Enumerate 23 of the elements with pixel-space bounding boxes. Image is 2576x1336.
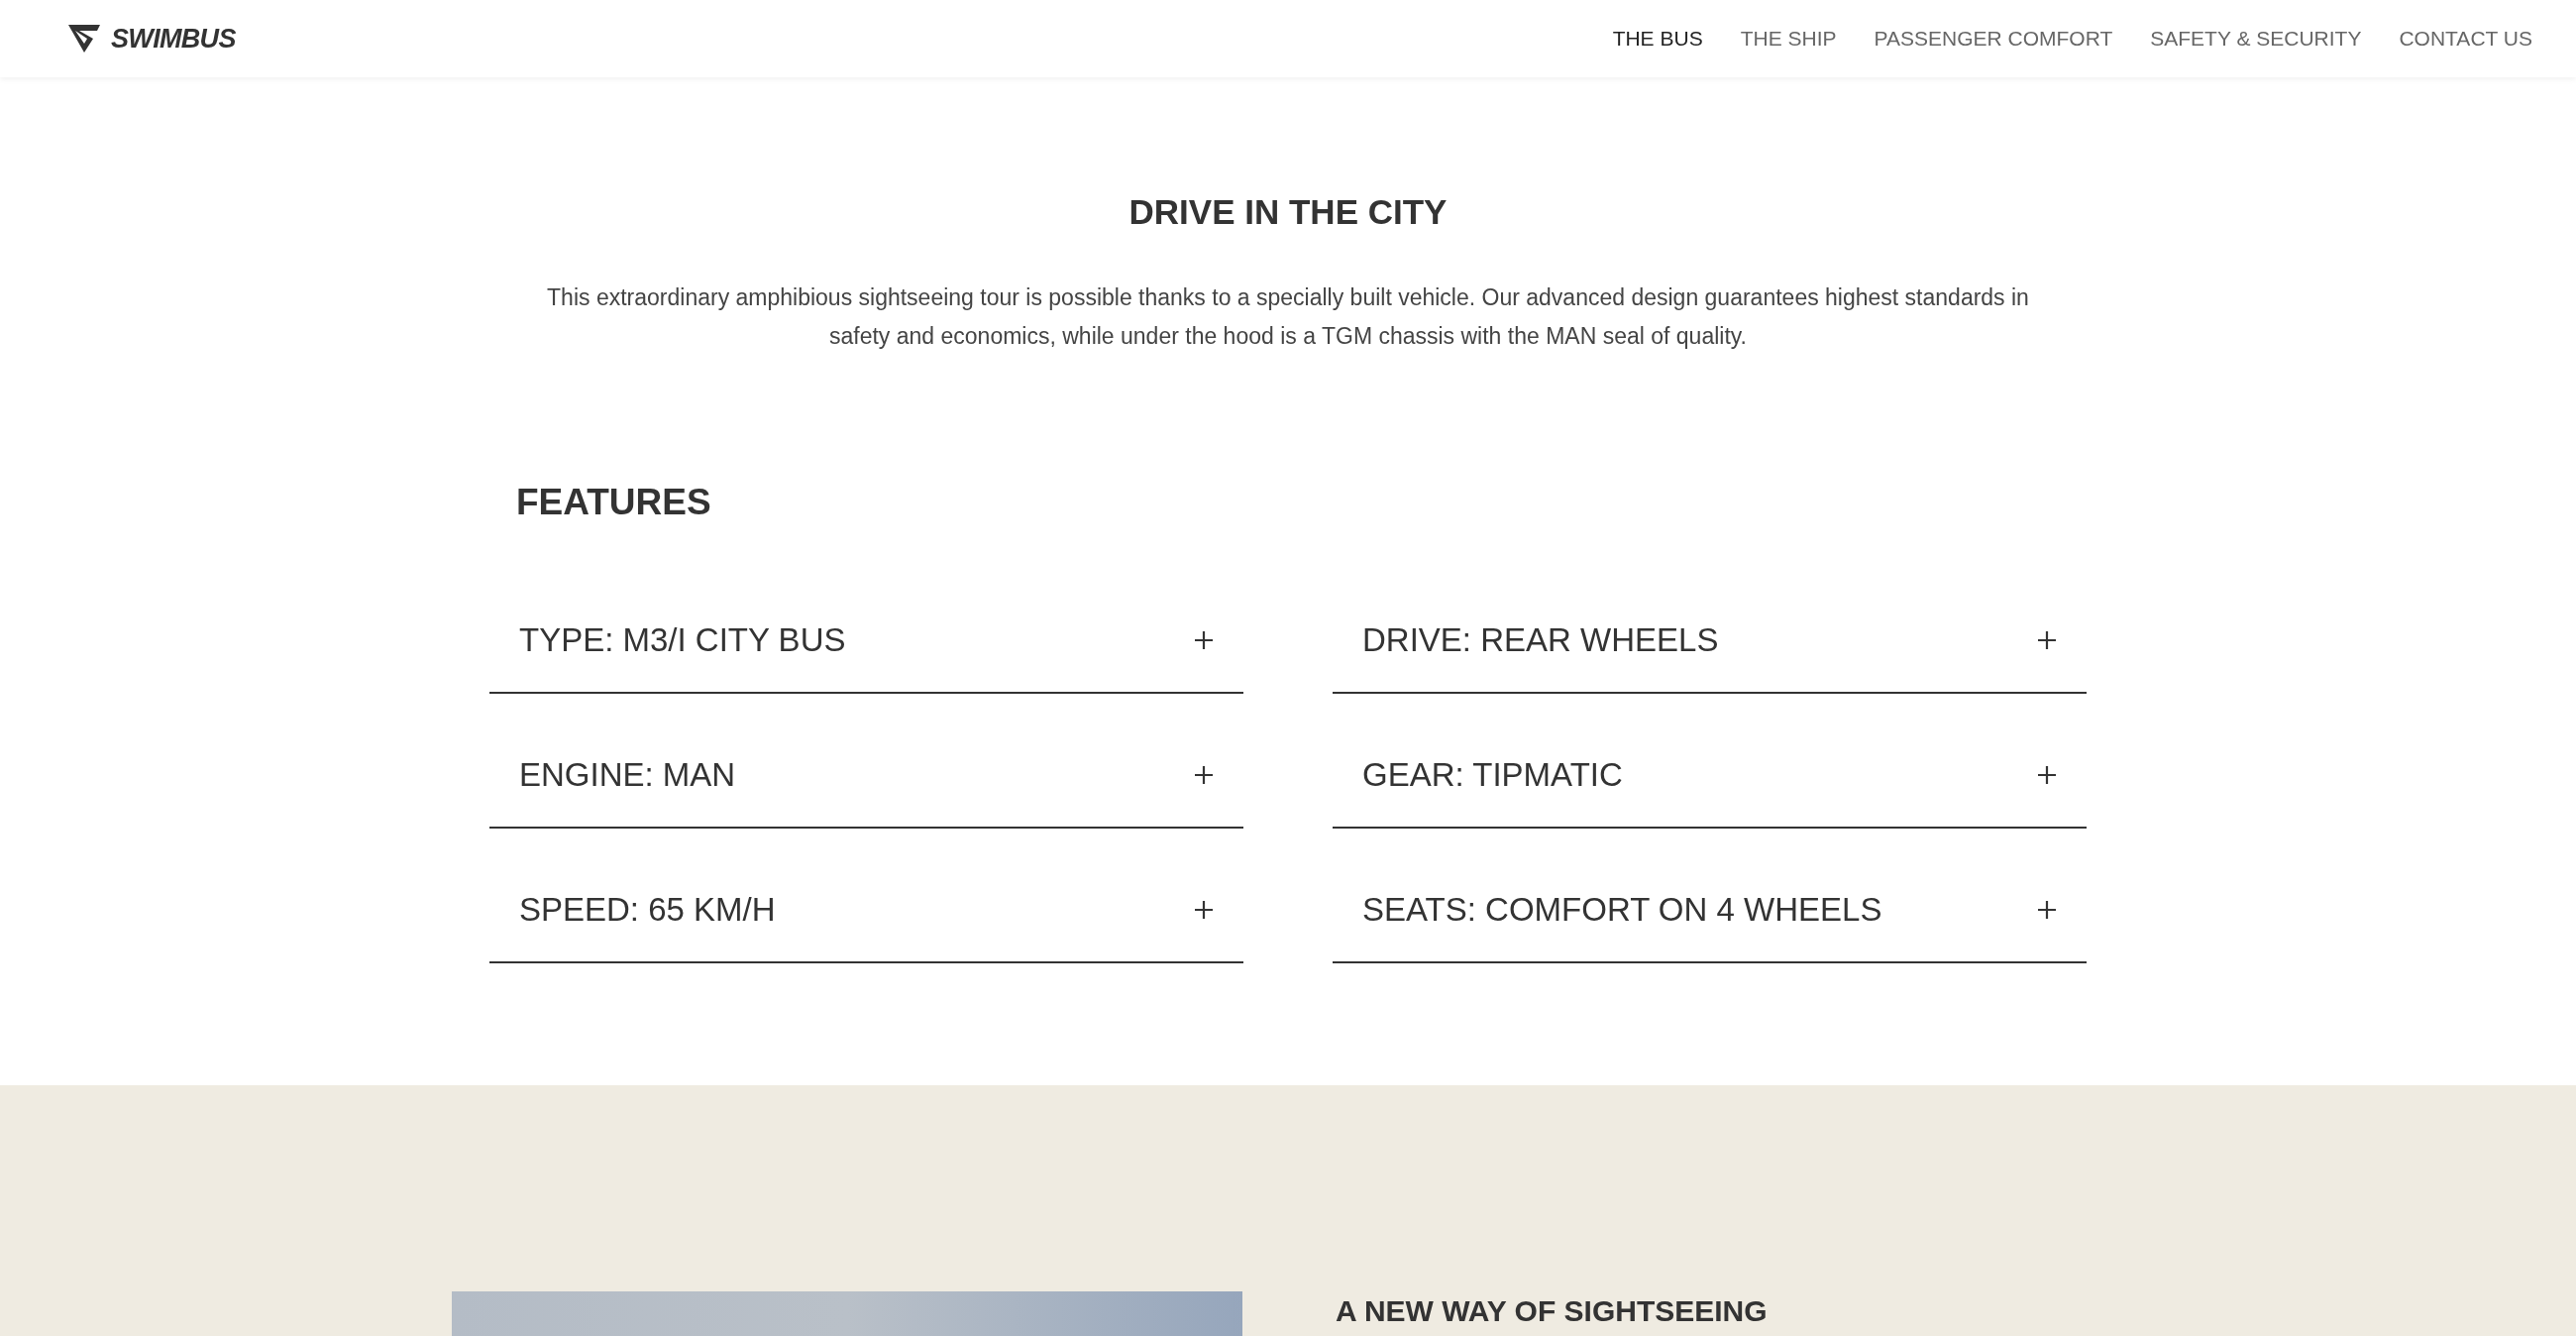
nav-link[interactable]: THE BUS	[1612, 23, 1703, 55]
logo[interactable]: SWIMBUS	[111, 18, 236, 59]
nav-link[interactable]: CONTACT US	[2399, 23, 2532, 55]
plus-icon	[2037, 900, 2057, 920]
plus-icon	[2037, 765, 2057, 785]
accordion-item[interactable]: TYPE: M3/I CITY BUS	[489, 559, 1243, 694]
nav-link[interactable]: THE SHIP	[1740, 23, 1837, 55]
accordion-item[interactable]: DRIVE: REAR WHEELS	[1333, 559, 2087, 694]
plus-icon	[1194, 630, 1214, 650]
plus-icon	[1194, 765, 1214, 785]
accordion-item[interactable]: GEAR: TIPMATIC	[1333, 694, 2087, 829]
features-title: FEATURES	[516, 480, 712, 524]
accordion-item[interactable]: ENGINE: MAN	[489, 694, 1243, 829]
plus-icon	[1194, 900, 1214, 920]
intro-paragraph: This extraordinary amphibious sightseeing tour is possible thanks to a specially built vehicle. Our advanced design guarantees highest standards in safety and economics, while under the hood is a TGM chassis with the MAN seal of quality.	[546, 282, 2030, 351]
accordion-item[interactable]: SPEED: 65 KM/H	[489, 829, 1243, 963]
section-title: DRIVE IN THE CITY	[1128, 191, 1448, 233]
section-heading: A NEW WAY OF SIGHTSEEING	[1336, 1293, 1768, 1328]
plus-icon	[2037, 630, 2057, 650]
nav-link[interactable]: PASSENGER COMFORT	[1874, 23, 2113, 55]
accordion-item[interactable]: SEATS: COMFORT ON 4 WHEELS	[1333, 829, 2087, 963]
logo-icon	[67, 24, 101, 54]
nav-link[interactable]: SAFETY & SECURITY	[2150, 23, 2362, 55]
